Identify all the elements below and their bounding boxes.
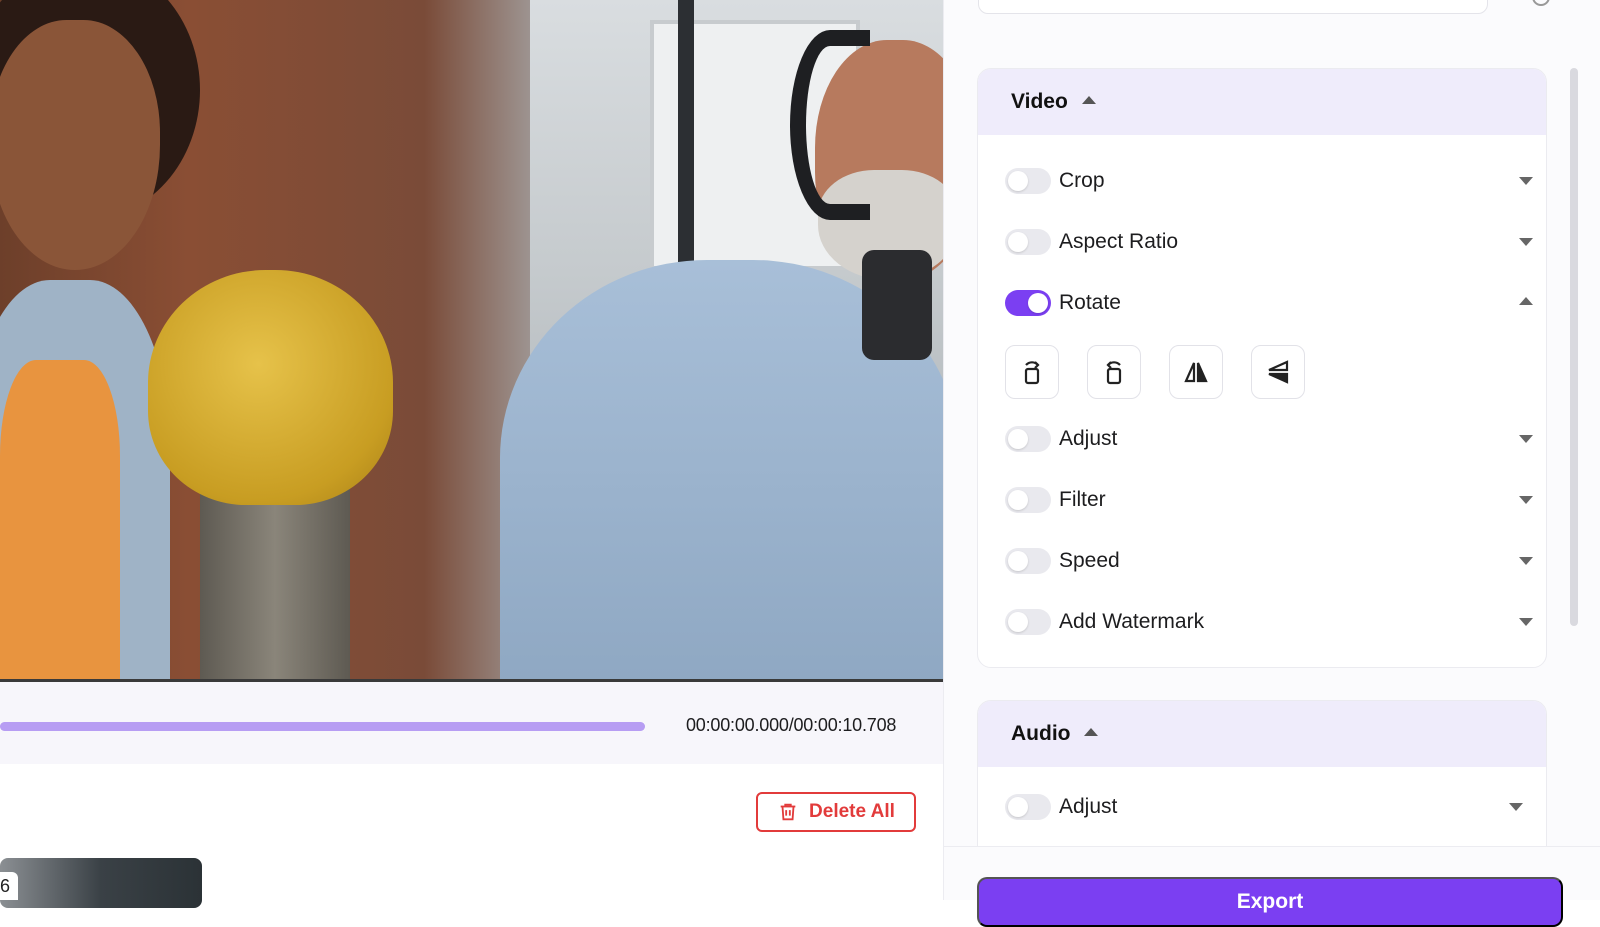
video-section-header[interactable]: Video [978, 69, 1546, 135]
delete-all-label: Delete All [809, 801, 895, 822]
playback-bar: 00:00:00.000/00:00:10.708 [0, 682, 943, 764]
settings-panel: Video Crop Aspect Ratio Rotate Adjust Fi… [944, 0, 1600, 927]
clip-badge: 6 [0, 872, 18, 900]
video-preview[interactable] [0, 0, 943, 682]
crop-label: Crop [1059, 169, 1105, 192]
option-aspect-ratio[interactable]: Aspect Ratio [1005, 222, 1533, 262]
rotate-label: Rotate [1059, 291, 1121, 314]
video-headphones [790, 30, 870, 220]
trash-icon [780, 803, 796, 821]
rotate-right-icon [1024, 361, 1040, 385]
collapse-icon[interactable] [1081, 96, 1096, 104]
top-input-field[interactable] [978, 0, 1488, 14]
chevron-up-icon[interactable] [1519, 297, 1533, 305]
audio-section-header[interactable]: Audio [978, 701, 1546, 767]
editor-left-pane: 00:00:00.000/00:00:10.708 Delete All 6 [0, 0, 943, 908]
help-icon[interactable] [1532, 0, 1550, 6]
video-microphone-body [200, 480, 350, 682]
chevron-down-icon[interactable] [1519, 618, 1533, 626]
progress-track[interactable] [0, 722, 645, 731]
speed-label: Speed [1059, 549, 1120, 572]
audio-adjust-label: Adjust [1059, 795, 1118, 818]
add-watermark-label: Add Watermark [1059, 610, 1205, 633]
collapse-icon[interactable] [1084, 728, 1099, 736]
chevron-down-icon[interactable] [1519, 177, 1533, 185]
rotate-left-icon [1106, 361, 1122, 385]
audio-option-adjust[interactable]: Adjust [1005, 787, 1523, 827]
rotate-left-button[interactable] [1087, 345, 1141, 399]
audio-section: Audio Adjust [977, 700, 1547, 860]
crop-toggle[interactable] [1005, 168, 1051, 194]
rotate-tools [1005, 345, 1305, 399]
filter-label: Filter [1059, 488, 1106, 511]
option-rotate[interactable]: Rotate [1005, 283, 1533, 323]
audio-section-title: Audio [1011, 722, 1071, 745]
video-microphone-right [862, 250, 932, 360]
video-section-title: Video [1011, 90, 1068, 113]
export-bar: Export [944, 846, 1600, 927]
filter-toggle[interactable] [1005, 487, 1051, 513]
rotate-right-button[interactable] [1005, 345, 1059, 399]
flip-vertical-icon [1268, 360, 1289, 384]
adjust-label: Adjust [1059, 427, 1118, 450]
rotate-toggle[interactable] [1005, 290, 1051, 316]
audio-adjust-toggle[interactable] [1005, 794, 1051, 820]
add-watermark-toggle[interactable] [1005, 609, 1051, 635]
chevron-down-icon[interactable] [1519, 435, 1533, 443]
delete-all-button[interactable]: Delete All [756, 792, 916, 832]
video-person-left-shirt [0, 360, 120, 680]
clip-thumbnail[interactable] [0, 858, 202, 908]
panel-scrollbar[interactable] [1570, 68, 1578, 626]
export-button[interactable]: Export [977, 877, 1563, 927]
option-crop[interactable]: Crop [1005, 161, 1533, 201]
adjust-toggle[interactable] [1005, 426, 1051, 452]
aspect-ratio-toggle[interactable] [1005, 229, 1051, 255]
video-pole [678, 0, 694, 300]
aspect-ratio-label: Aspect Ratio [1059, 230, 1179, 253]
video-microphone-foam [148, 270, 393, 505]
speed-toggle[interactable] [1005, 548, 1051, 574]
option-add-watermark[interactable]: Add Watermark [1005, 602, 1533, 642]
time-readout: 00:00:00.000/00:00:10.708 [686, 715, 897, 735]
flip-horizontal-button[interactable] [1169, 345, 1223, 399]
option-speed[interactable]: Speed [1005, 541, 1533, 581]
flip-vertical-button[interactable] [1251, 345, 1305, 399]
chevron-down-icon[interactable] [1519, 238, 1533, 246]
video-section: Video Crop Aspect Ratio Rotate Adjust Fi… [977, 68, 1547, 668]
chevron-down-icon[interactable] [1519, 557, 1533, 565]
option-adjust[interactable]: Adjust [1005, 419, 1533, 459]
progress-fill [0, 722, 645, 731]
flip-horizontal-icon [1184, 362, 1208, 383]
video-person-left-face [0, 20, 160, 270]
option-filter[interactable]: Filter [1005, 480, 1533, 520]
chevron-down-icon[interactable] [1519, 496, 1533, 504]
chevron-down-icon[interactable] [1509, 803, 1523, 811]
